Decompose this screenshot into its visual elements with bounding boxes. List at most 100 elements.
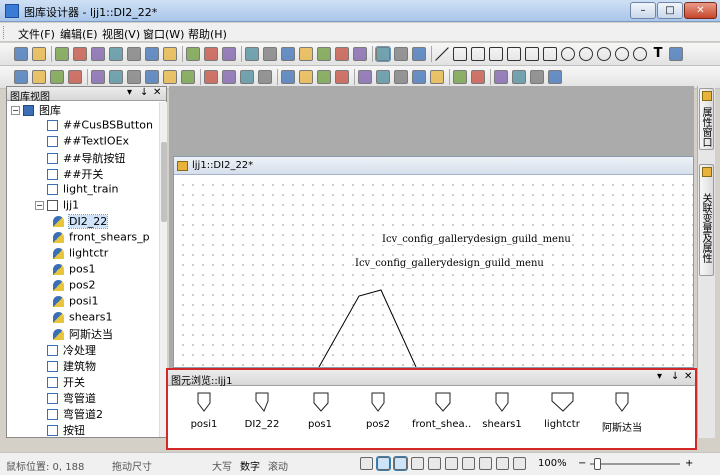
select-icon[interactable] <box>376 456 391 471</box>
minimize-button[interactable]: – <box>630 2 656 19</box>
undo-icon[interactable] <box>453 70 467 84</box>
tree-item[interactable]: DI2_22 <box>53 213 109 230</box>
arc-icon[interactable] <box>597 47 611 61</box>
tree-item[interactable]: 建筑物 <box>47 358 96 374</box>
menu-edit[interactable]: 编辑(E) <box>60 26 98 42</box>
dropdown-icon[interactable]: ▾ <box>657 371 662 382</box>
open-icon[interactable] <box>32 47 46 61</box>
zoom-out-button[interactable]: − <box>578 458 586 469</box>
tree-item[interactable]: shears1 <box>53 310 112 326</box>
pie-icon[interactable] <box>615 47 629 61</box>
align-left-icon[interactable] <box>91 70 105 84</box>
group-icon[interactable] <box>281 70 295 84</box>
flip-h-icon[interactable] <box>50 70 64 84</box>
scroll-thumb[interactable] <box>161 142 167 222</box>
element-thumbnail[interactable]: pos1 <box>290 387 350 447</box>
new-icon[interactable] <box>14 47 28 61</box>
text-icon[interactable]: T <box>651 47 665 61</box>
canvas-shape[interactable] <box>174 176 693 367</box>
tree-item[interactable]: posi1 <box>53 294 99 310</box>
dropdown-icon[interactable]: ▾ <box>127 87 132 98</box>
select-icon[interactable] <box>375 46 391 62</box>
pin-icon[interactable]: ↓ <box>671 371 679 382</box>
tree-item[interactable]: − ljj1 <box>35 198 79 214</box>
rotate-left-icon[interactable] <box>14 70 28 84</box>
zoom-out-icon[interactable] <box>317 47 331 61</box>
save-icon[interactable] <box>73 47 87 61</box>
tree-item[interactable]: ##开关 <box>47 166 103 182</box>
move-up-icon[interactable] <box>240 70 254 84</box>
tree-item[interactable]: ##导航按钮 <box>47 150 125 166</box>
collapse-icon[interactable]: − <box>11 105 20 115</box>
fit-page-icon[interactable] <box>462 457 475 470</box>
zoom-fit-icon[interactable] <box>445 457 458 470</box>
palette-icon[interactable] <box>222 47 236 61</box>
tree-item[interactable]: pos1 <box>53 262 95 278</box>
same-height-icon[interactable] <box>335 70 349 84</box>
same-size-icon[interactable] <box>358 70 372 84</box>
rotate-icon[interactable] <box>412 47 426 61</box>
polyline-icon[interactable] <box>453 47 467 61</box>
copy-icon[interactable] <box>91 47 105 61</box>
tab-properties[interactable]: 属性窗口 <box>699 88 714 150</box>
menu-window[interactable]: 窗口(W) <box>143 26 184 42</box>
tab-linked-vars[interactable]: 关联变量及属性 <box>699 164 714 276</box>
element-thumbnail[interactable]: lightctr <box>532 387 592 447</box>
actual-size-icon[interactable] <box>353 47 367 61</box>
tree-item[interactable]: 弯管道 <box>47 390 96 406</box>
rectangle-icon[interactable] <box>489 47 503 61</box>
panel-close-icon[interactable]: ✕ <box>153 87 161 98</box>
space-h-icon[interactable] <box>376 70 390 84</box>
delete-icon[interactable] <box>145 47 159 61</box>
star-icon[interactable] <box>204 47 218 61</box>
center-h-icon[interactable] <box>412 70 426 84</box>
polygon-icon[interactable] <box>471 47 485 61</box>
fit-page-icon[interactable] <box>335 47 349 61</box>
print-preview-icon[interactable] <box>513 457 526 470</box>
align-center-icon[interactable] <box>109 70 123 84</box>
chord-icon[interactable] <box>633 47 647 61</box>
zoom-fit-icon[interactable] <box>263 47 277 61</box>
tree-item[interactable]: 冷处理 <box>47 342 96 358</box>
layer-icon[interactable] <box>530 70 544 84</box>
pan-icon[interactable] <box>360 457 373 470</box>
fit-width-icon[interactable] <box>496 457 509 470</box>
tree-item[interactable]: light_train <box>47 182 118 198</box>
panel-close-icon[interactable]: ✕ <box>684 371 692 382</box>
same-width-icon[interactable] <box>317 70 331 84</box>
bring-front-icon[interactable] <box>204 70 218 84</box>
tree-item[interactable]: 按钮 <box>47 422 85 437</box>
pattern-icon[interactable] <box>548 70 562 84</box>
flip-v-icon[interactable] <box>68 70 82 84</box>
paste-icon[interactable] <box>109 47 123 61</box>
collapse-icon[interactable]: − <box>35 200 44 210</box>
menu-file[interactable]: 文件(F) <box>18 26 55 42</box>
rounded-rect-icon[interactable] <box>507 47 521 61</box>
maximize-button[interactable]: □ <box>657 2 683 19</box>
align-middle-icon[interactable] <box>163 70 177 84</box>
trapezoid-shape[interactable] <box>318 289 417 367</box>
element-thumbnail[interactable]: pos2 <box>348 387 408 447</box>
grid-icon[interactable] <box>393 456 408 471</box>
help-icon[interactable] <box>186 47 200 61</box>
tree-item[interactable]: 开关 <box>47 374 85 390</box>
drawing-canvas[interactable]: Icv_config_gallerydesign_guild_menu Icv_… <box>174 176 693 367</box>
zoom-in-icon[interactable] <box>299 47 313 61</box>
properties-icon[interactable] <box>494 70 508 84</box>
zoom-icon[interactable] <box>245 47 259 61</box>
curve-icon[interactable] <box>525 47 539 61</box>
image-icon[interactable] <box>669 47 683 61</box>
select-area-icon[interactable] <box>394 47 408 61</box>
send-back-icon[interactable] <box>222 70 236 84</box>
cut-icon[interactable] <box>127 47 141 61</box>
ellipse-icon[interactable] <box>579 47 593 61</box>
zoom-in-icon[interactable] <box>411 457 424 470</box>
save-as-icon[interactable] <box>55 47 69 61</box>
align-right-icon[interactable] <box>127 70 141 84</box>
tree-item[interactable]: pos2 <box>53 278 95 294</box>
zoom-slider-knob[interactable] <box>594 458 601 470</box>
menu-view[interactable]: 视图(V) <box>102 26 140 42</box>
element-thumbnail[interactable]: posi1 <box>174 387 234 447</box>
element-thumbnail[interactable]: 阿斯达当 <box>592 387 652 447</box>
element-thumbnail[interactable]: DI2_22 <box>232 387 292 447</box>
